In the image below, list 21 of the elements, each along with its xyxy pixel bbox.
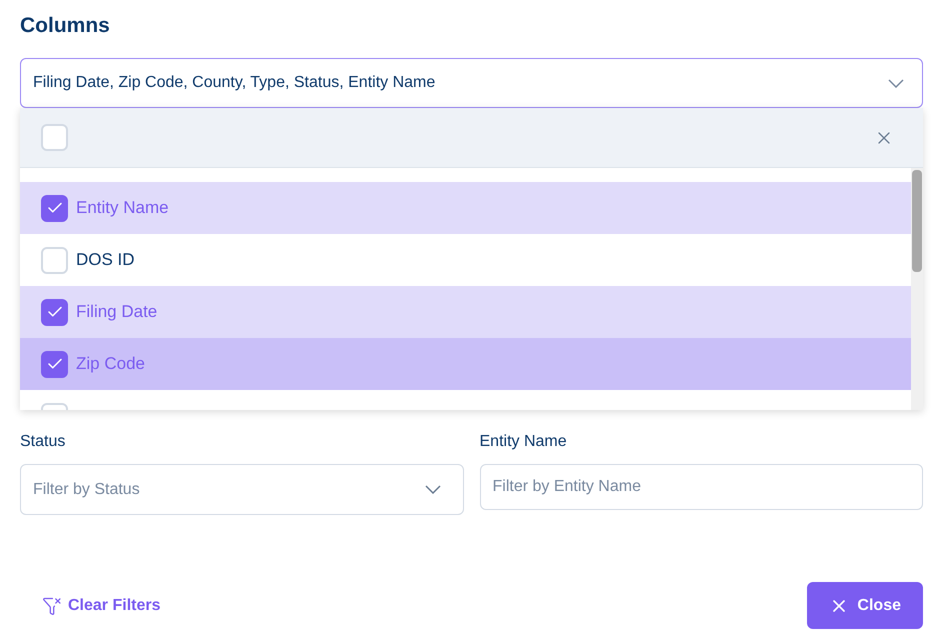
section-title: Columns [20, 13, 111, 39]
checkbox[interactable] [41, 350, 68, 378]
close-button[interactable]: Close [807, 582, 923, 629]
entity-name-field[interactable]: Filter by Entity Name [480, 464, 923, 510]
chevron-down-icon [424, 485, 440, 494]
status-select[interactable]: Filter by Status [20, 464, 464, 515]
filter-off-icon [42, 596, 62, 616]
checkbox[interactable] [41, 194, 68, 222]
columns-select[interactable]: Filing Date, Zip Code, County, Type, Status, Entity Name [20, 58, 923, 108]
scrollbar-thumb[interactable] [912, 170, 922, 272]
column-option[interactable]: Filing Date [20, 286, 911, 338]
chevron-down-icon [888, 78, 904, 88]
clear-filters-button[interactable]: Clear Filters [20, 582, 182, 628]
checkbox[interactable] [41, 298, 68, 326]
checkbox[interactable] [41, 124, 68, 151]
scrollbar[interactable] [911, 168, 923, 410]
field-label: Entity Name [480, 432, 568, 452]
checkbox[interactable] [41, 246, 68, 274]
field-label: Status [20, 432, 66, 452]
column-option[interactable]: Zip Code [20, 338, 911, 390]
column-option[interactable]: Entity Name [20, 182, 911, 234]
